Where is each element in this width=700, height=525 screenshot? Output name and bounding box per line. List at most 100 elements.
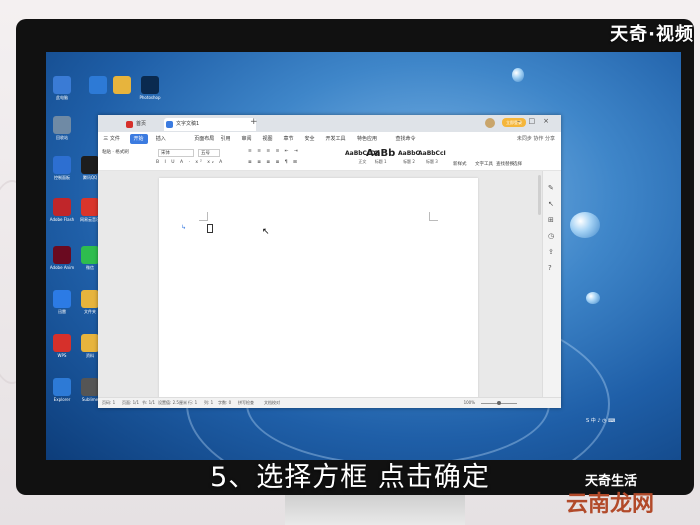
app-icon [53, 334, 71, 352]
menu-bar: 三 文件 开始 插入 页面布局 引用 审阅 视图 章节 安全 开发工具 特色应用 查找命令 未同步 协作… [98, 132, 561, 147]
tab-home[interactable]: 首页 [124, 118, 168, 131]
wps-writer-window: 首页 文字文稿1 + 立即登录 –□× 三 文件 开始 插入 页面布局 引用 审阅 视图 章节… [98, 115, 561, 408]
desktop-icon-label: WPS [57, 353, 67, 358]
zoom-level[interactable]: 100% [464, 398, 475, 408]
tab-document-label: 文字文稿1 [176, 121, 200, 127]
app-icon [81, 290, 99, 308]
app-icon [89, 76, 107, 94]
status-item: 节: 1/1 [142, 400, 156, 405]
page-corner-marker [429, 212, 438, 221]
window-controls[interactable]: –□× [517, 117, 557, 125]
desktop-icon[interactable]: WPS [48, 334, 76, 358]
desktop-icon-label: 回收站 [56, 135, 68, 140]
menu-item[interactable]: 开始 [129, 134, 148, 144]
paste-button[interactable]: 粘贴 · 格式刷 [102, 149, 129, 155]
desktop-icon-label: 控制面板 [54, 175, 70, 180]
text-cursor-icon: ↳ [181, 224, 187, 231]
status-item: 列: 1 [204, 400, 214, 405]
style-preview: AaBbCcI [418, 150, 446, 157]
menu-item[interactable]: 页面布局 [194, 132, 214, 146]
app-icon [53, 290, 71, 308]
app-icon [81, 334, 99, 352]
style-preview: AaBbC [398, 150, 420, 157]
ribbon-tool[interactable]: 新样式 [453, 161, 467, 167]
new-tab-button[interactable]: + [250, 117, 258, 127]
status-bar: 100% 页码: 1 页面: 1/1 节: 1/1 设置值: 2.5厘米 行: 1 列: … [98, 397, 561, 408]
app-icon [53, 198, 71, 216]
mouse-pointer-icon: ↖ [262, 227, 270, 237]
avatar[interactable] [485, 118, 495, 128]
desktop-icon[interactable]: Adobe Anim [48, 246, 76, 270]
style-preset[interactable]: AaBbCcI 标题 3 [418, 148, 446, 165]
tab-bar: 首页 文字文稿1 + 立即登录 –□× [98, 115, 561, 132]
share-icon[interactable]: ⇪ [548, 249, 555, 256]
app-icon [53, 246, 71, 264]
app-icon [53, 116, 71, 134]
checkbox-box[interactable] [207, 224, 213, 233]
desktop-icon-label: Adobe Anim [49, 265, 75, 270]
desktop-icon[interactable]: 迅雷 [48, 290, 76, 314]
menu-item[interactable]: 引用 [221, 132, 231, 146]
menu-item[interactable]: 安全 [305, 132, 315, 146]
ribbon-tool[interactable]: 选择 [513, 161, 522, 167]
document-icon [166, 121, 173, 128]
format-icons[interactable]: B I U A · x² x₂ A [156, 160, 224, 165]
scrollbar[interactable] [538, 175, 541, 215]
status-item: 行: 1 [188, 400, 198, 405]
status-item[interactable]: 文档校对 [264, 398, 280, 408]
app-icon [81, 198, 99, 216]
style-name: 标题 1 [374, 159, 387, 164]
page-corner-marker [199, 212, 208, 221]
menu-item[interactable]: 视图 [263, 132, 273, 146]
menu-item[interactable]: 插入 [156, 132, 166, 146]
menu-item[interactable]: 开发工具 [326, 132, 346, 146]
desktop-icon[interactable]: Photoshop [136, 76, 164, 100]
app-icon [113, 76, 131, 94]
font-name-select[interactable]: 宋体 [158, 149, 194, 157]
desktop-icon[interactable]: 回收站 [48, 116, 76, 140]
menu-item[interactable]: 章节 [284, 132, 294, 146]
tray-icons[interactable]: S 中 ♪ ◷ ⌨ [586, 417, 615, 424]
status-item: 页码: 1 [102, 400, 116, 405]
wps-logo-icon [126, 121, 133, 128]
desktop-icon[interactable] [108, 76, 136, 94]
document-page[interactable]: ↳ ↖ [159, 178, 478, 398]
desktop-icon[interactable]: 此电脑 [48, 76, 76, 100]
menu-item[interactable]: 特色应用 [357, 132, 377, 146]
tab-home-label: 首页 [136, 121, 147, 127]
style-preset[interactable]: AaBbC 标题 2 [398, 148, 420, 165]
monitor-stand [285, 495, 465, 525]
paragraph-icons[interactable]: ≡ ≡ ≡ ≡ ⇤ ⇥ [248, 149, 300, 154]
font-size-select[interactable]: 五号 [198, 149, 220, 157]
zoom-slider-handle[interactable] [497, 401, 501, 405]
desktop-icon-label: Adobe Flash [49, 217, 75, 222]
wallpaper-drop [586, 292, 600, 304]
pen-icon[interactable]: ✎ [548, 185, 555, 192]
desktop-icon-label: 迅雷 [58, 309, 66, 314]
desktop-icon[interactable]: 控制面板 [48, 156, 76, 180]
status-item[interactable]: 拼写检查 [238, 398, 254, 408]
collab-menu[interactable]: 未同步 协作 分享 [517, 132, 555, 146]
desktop-icon-label: Explorer [53, 397, 71, 402]
watermark-site: 云南龙网 [566, 491, 655, 517]
history-icon[interactable]: ◷ [548, 233, 555, 240]
ribbon-tool[interactable]: 文字工具 [475, 161, 493, 167]
style-name: 标题 3 [425, 159, 438, 164]
help-icon[interactable]: ? [548, 265, 555, 272]
status-item: 设置值: 2.5厘米 [158, 400, 187, 405]
menu-item[interactable]: 查找命令 [396, 132, 416, 146]
menu-item[interactable]: 审阅 [242, 132, 252, 146]
style-preset[interactable]: AaBb 标题 1 [366, 148, 395, 165]
app-icon [81, 246, 99, 264]
format-icon[interactable]: ⊞ [548, 217, 555, 224]
watermark-top: 天奇·视频 [610, 24, 694, 45]
ribbon-tool[interactable]: 查找替换 [496, 161, 514, 167]
desktop-icon[interactable]: Adobe Flash [48, 198, 76, 222]
align-icons[interactable]: ≣ ≣ ≣ ≣ ¶ ⊞ [248, 160, 299, 165]
style-preview: AaBb [366, 148, 396, 159]
tab-document[interactable]: 文字文稿1 [164, 118, 256, 131]
desktop-icon[interactable]: Explorer [48, 378, 76, 402]
menu-item[interactable]: 三 文件 [103, 132, 120, 146]
select-icon[interactable]: ↖ [548, 201, 555, 208]
status-item: 页面: 1/1 [122, 400, 140, 405]
